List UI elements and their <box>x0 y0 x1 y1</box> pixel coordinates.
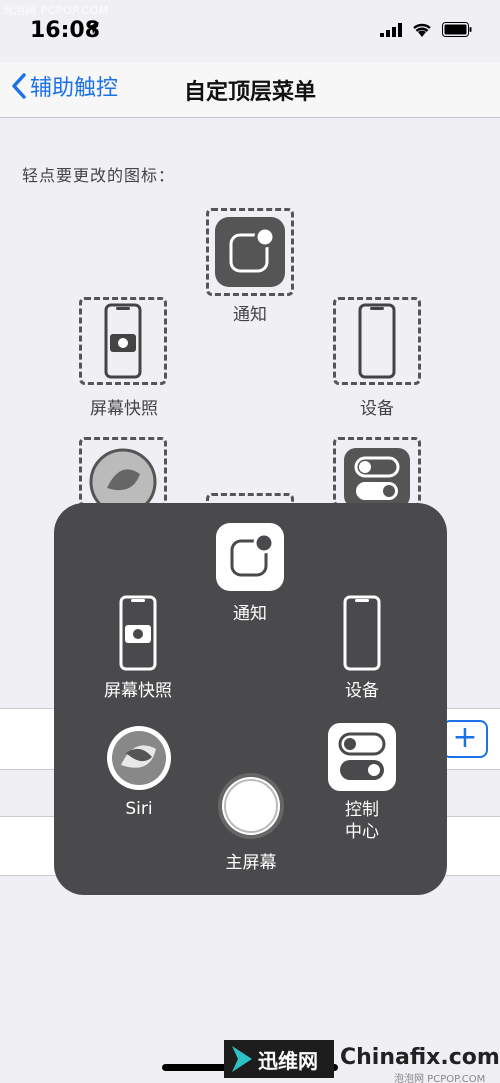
menu-label-device: 设备 <box>345 681 379 701</box>
slot-siri[interactable] <box>79 437 167 507</box>
menu-item-screenshot[interactable] <box>116 595 160 675</box>
menu-item-home[interactable] <box>216 771 286 845</box>
menu-item-notification[interactable] <box>216 523 284 595</box>
add-button[interactable]: + <box>442 720 488 758</box>
slot-device[interactable] <box>333 297 421 385</box>
menu-label-siri: Siri <box>125 799 153 819</box>
watermark-logo-text: 迅维网 <box>258 1049 318 1073</box>
status-bar: 16:08 <box>0 0 500 62</box>
menu-item-control-center[interactable] <box>328 723 396 795</box>
control-center-icon <box>344 448 410 504</box>
slot-label-device: 设备 <box>360 399 394 419</box>
menu-label-control-center: 控制 中心 <box>345 800 379 842</box>
watermark-site: Chinafix.com <box>340 1045 500 1070</box>
slot-notification[interactable] <box>206 208 294 296</box>
assistive-touch-menu: 通知 屏幕快照 设备 Siri 主屏幕 控制 中心 <box>54 503 447 895</box>
watermark-sub: 泡泡网 PCPOP.COM <box>394 1074 486 1083</box>
battery-icon <box>442 22 472 41</box>
device-icon <box>358 303 396 379</box>
chevron-right-icon <box>232 1046 252 1072</box>
notification-icon <box>216 523 284 591</box>
slot-label-screenshot: 屏幕快照 <box>90 399 158 419</box>
wifi-icon <box>412 22 432 41</box>
menu-item-siri[interactable] <box>104 723 174 797</box>
siri-icon <box>89 448 157 504</box>
slot-screenshot[interactable] <box>79 297 167 385</box>
section-label: 轻点要更改的图标： <box>22 166 176 185</box>
watermark-bottom: 迅维网 Chinafix.com 泡泡网 PCPOP.COM <box>224 1040 500 1083</box>
slot-control-center[interactable] <box>333 437 421 507</box>
location-arrow-icon <box>86 20 100 39</box>
notification-icon <box>215 217 285 287</box>
navigation-bar: 辅助触控 自定顶层菜单 <box>0 62 500 118</box>
menu-label-screenshot: 屏幕快照 <box>104 681 172 701</box>
menu-label-home: 主屏幕 <box>225 853 277 873</box>
menu-item-device[interactable] <box>340 595 384 675</box>
screenshot-icon <box>119 595 157 671</box>
device-icon <box>343 595 381 671</box>
control-center-icon <box>328 723 396 791</box>
home-button-icon <box>218 773 284 839</box>
cellular-signal-icon <box>380 22 402 41</box>
screenshot-icon <box>104 303 142 379</box>
slot-label-notification: 通知 <box>233 305 267 325</box>
siri-icon <box>107 726 171 790</box>
menu-label-notification: 通知 <box>233 604 267 624</box>
page-title: 自定顶层菜单 <box>183 80 316 105</box>
